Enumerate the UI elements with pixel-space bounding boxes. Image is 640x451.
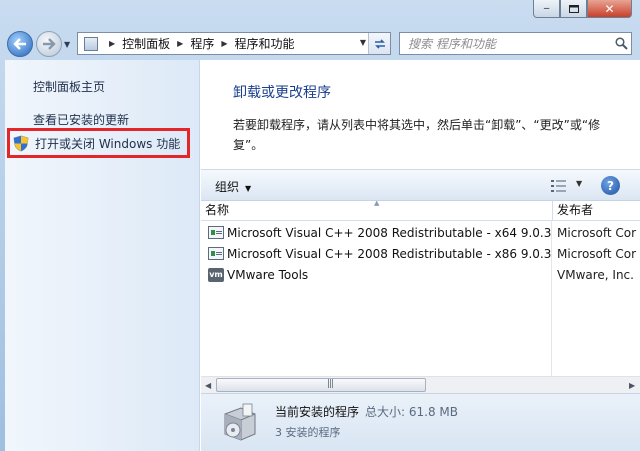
page-title: 卸载或更改程序 [233,85,331,101]
chevron-down-icon: ▼ [245,184,252,193]
table-row[interactable]: Microsoft Visual C++ 2008 Redistributabl… [201,243,640,264]
table-row[interactable]: vm VMware Tools VMware, Inc. [201,264,640,285]
installed-programs-icon [219,400,259,449]
maximize-button[interactable] [560,0,587,18]
search-input[interactable]: 搜索 程序和功能 [408,35,611,52]
total-size: 总大小: 61.8 MB [365,405,458,419]
program-publisher: VMware, Inc. [557,267,634,282]
view-details-icon[interactable] [551,180,567,195]
toolbar: 组织 ▼ ▼ ? [201,169,640,201]
close-button[interactable]: ✕ [587,0,632,18]
sidebar: 控制面板主页 查看已安装的更新 打开或关闭 Windows 功能 [5,60,200,451]
organize-button[interactable]: 组织 ▼ [215,178,251,195]
scrollbar-grip-icon: ||| [327,379,334,389]
organize-label: 组织 [215,180,240,194]
program-icon [208,226,224,239]
sidebar-item-windows-features[interactable]: 打开或关闭 Windows 功能 [7,128,190,158]
program-name-cell: Microsoft Visual C++ 2008 Redistributabl… [201,247,551,261]
sidebar-item-label: 打开或关闭 Windows 功能 [35,136,181,151]
back-arrow-icon [13,38,26,50]
back-button[interactable] [7,31,33,57]
refresh-button[interactable] [368,33,390,54]
recent-pages-dropdown-icon[interactable]: ▼ [64,40,70,49]
shield-icon [13,135,29,151]
column-header-publisher[interactable]: 发布者 [552,201,640,221]
window-content: 控制面板主页 查看已安装的更新 打开或关闭 Windows 功能 卸载或更改程序… [5,60,640,451]
program-name-cell: vm VMware Tools [201,267,551,282]
vmware-icon: vm [208,267,224,282]
scroll-right-icon[interactable]: ▶ [629,381,635,390]
breadcrumb-programs[interactable]: 程序 [190,35,214,52]
program-name: VMware Tools [227,267,309,282]
scroll-left-icon[interactable]: ◀ [205,381,211,390]
caption-buttons: ‒ ✕ [533,0,632,18]
column-header-name[interactable]: 名称 [201,201,551,221]
minimize-button[interactable]: ‒ [533,0,560,18]
table-row[interactable]: Microsoft Visual C++ 2008 Redistributabl… [201,222,640,243]
breadcrumb-control-panel[interactable]: 控制面板 [122,35,170,52]
program-name: Microsoft Visual C++ 2008 Redistributabl… [227,246,551,261]
breadcrumb-separator-icon[interactable]: ▶ [109,39,115,48]
close-icon: ✕ [604,1,615,16]
help-button[interactable]: ? [601,176,620,195]
view-options-dropdown-icon[interactable]: ▼ [576,179,582,188]
search-icon[interactable] [611,37,631,50]
program-publisher: Microsoft Cor [557,225,637,240]
address-bar[interactable]: ▶ 控制面板 ▶ 程序 ▶ 程序和功能 ▼ [77,32,391,55]
sidebar-item-control-panel-home[interactable]: 控制面板主页 [33,78,105,95]
status-title: 当前安装的程序 总大小: 61.8 MB [275,403,458,420]
program-icon [208,247,224,260]
navigation-bar: ▼ ▶ 控制面板 ▶ 程序 ▶ 程序和功能 ▼ 搜索 程序和功能 [0,28,640,60]
main-content: 卸载或更改程序 若要卸载程序，请从列表中将其选中，然后单击“卸载”、“更改”或“… [201,60,640,451]
details-pane: 当前安装的程序 总大小: 61.8 MB 3 安装的程序 [201,393,640,451]
address-dropdown-icon[interactable]: ▼ [360,38,366,47]
control-panel-icon [84,36,98,51]
table-header: ▲ 名称 发布者 [201,199,640,221]
search-box[interactable]: 搜索 程序和功能 [399,32,632,55]
installed-count: 3 安装的程序 [275,426,341,439]
maximize-icon [568,4,579,13]
page-description: 若要卸载程序，请从列表中将其选中，然后单击“卸载”、“更改”或“修复”。 [233,118,601,152]
minimize-icon: ‒ [543,3,550,14]
breadcrumb: ▶ 控制面板 ▶ 程序 ▶ 程序和功能 [102,35,295,52]
title-bar: ‒ ✕ [0,0,640,28]
help-icon: ? [607,178,614,193]
breadcrumb-separator-icon[interactable]: ▶ [177,39,183,48]
status-title-text: 当前安装的程序 [275,405,360,419]
horizontal-scrollbar[interactable]: ◀ ||| ▶ [201,376,640,393]
breadcrumb-programs-and-features[interactable]: 程序和功能 [235,35,295,52]
program-name: Microsoft Visual C++ 2008 Redistributabl… [227,225,551,240]
sidebar-item-view-installed-updates[interactable]: 查看已安装的更新 [33,111,129,128]
scrollbar-thumb[interactable]: ||| [216,378,426,392]
breadcrumb-separator-icon[interactable]: ▶ [221,39,227,48]
program-name-cell: Microsoft Visual C++ 2008 Redistributabl… [201,226,551,240]
program-publisher: Microsoft Cor [557,246,637,261]
refresh-icon [374,38,385,49]
programs-table: ▲ 名称 发布者 Microsoft Visual C++ 2008 Redis… [201,199,640,376]
forward-button[interactable] [36,31,62,57]
forward-arrow-icon [43,38,56,50]
